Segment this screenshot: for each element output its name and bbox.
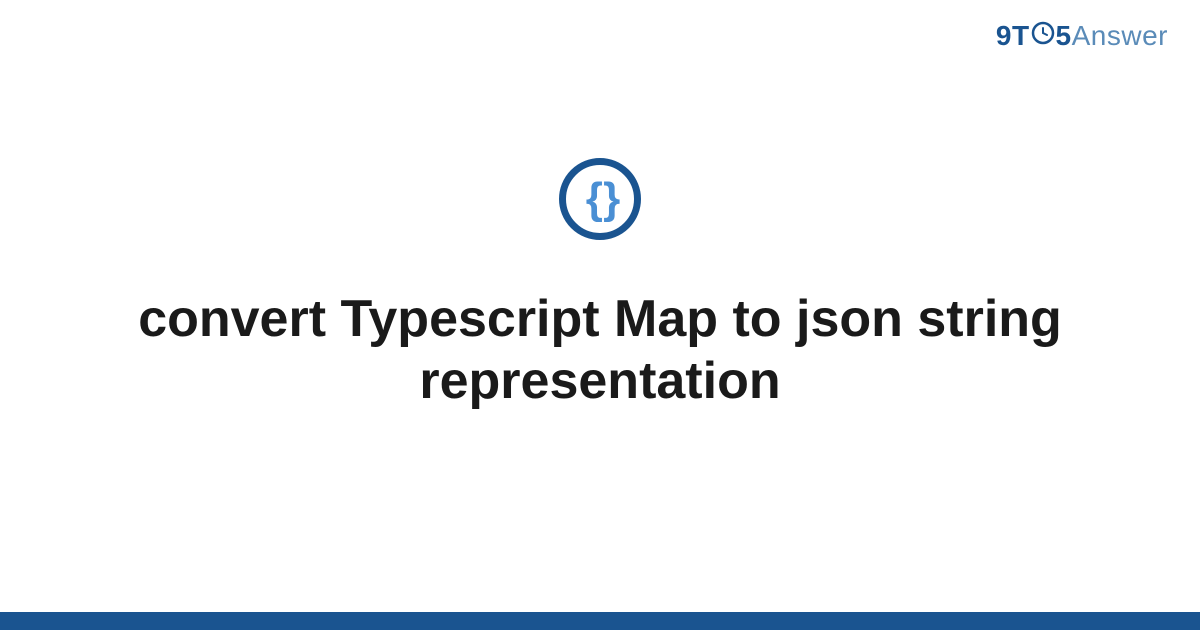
braces-glyph: { } — [586, 177, 614, 221]
main-content: { } convert Typescript Map to json strin… — [0, 0, 1200, 630]
json-braces-icon: { } — [559, 158, 641, 240]
footer-bar — [0, 612, 1200, 630]
icon-wrapper: { } — [559, 158, 641, 240]
page-title: convert Typescript Map to json string re… — [120, 288, 1080, 413]
